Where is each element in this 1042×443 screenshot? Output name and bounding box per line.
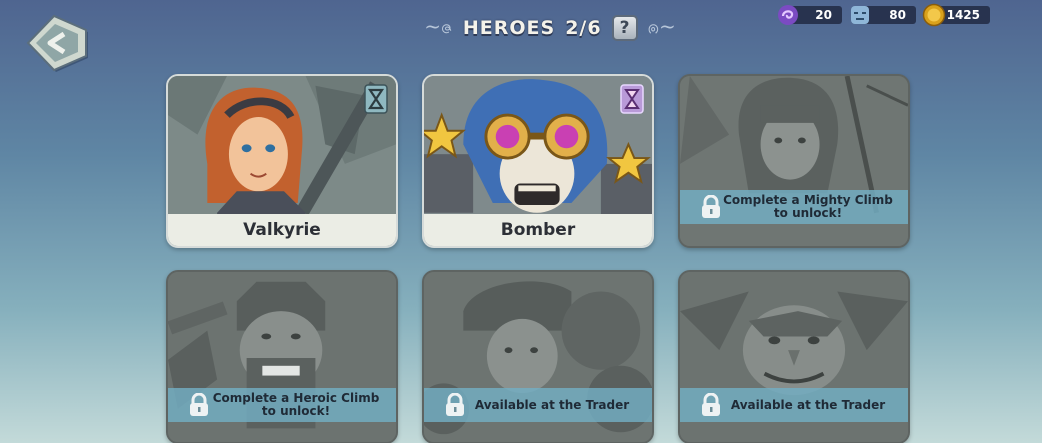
- title-bar: ~ဇ HEROES 2/6 ? ၐ~: [408, 12, 692, 44]
- right-swirl-ornament: ၐ~: [647, 14, 676, 38]
- page-title: HEROES: [462, 17, 556, 39]
- hero-card-bomber[interactable]: Bomber: [422, 74, 654, 248]
- padlock-icon: [190, 393, 208, 416]
- unlock-requirement-text: Available at the Trader: [730, 397, 886, 412]
- currency-purple: 20: [778, 5, 842, 25]
- blue-currency-value: 80: [889, 8, 906, 22]
- help-icon: ?: [619, 18, 630, 38]
- hourglass-badge-icon: [364, 84, 388, 114]
- purple-swirl-icon: [778, 5, 798, 25]
- back-button[interactable]: [26, 14, 92, 76]
- purple-currency-value: 20: [815, 8, 832, 22]
- hero-card-valkyrie[interactable]: Valkyrie: [166, 74, 398, 248]
- lock-banner: Complete a Heroic Climb to unlock!: [168, 388, 396, 422]
- lock-banner: Available at the Trader: [424, 388, 652, 422]
- padlock-icon: [702, 195, 720, 218]
- gold-coin-icon: [922, 3, 946, 27]
- currency-blue: 80: [851, 6, 916, 24]
- hero-card-locked-goblin[interactable]: Available at the Trader: [678, 270, 910, 443]
- purple-hourglass-badge-icon: [620, 84, 644, 114]
- lock-banner: Available at the Trader: [680, 388, 908, 422]
- hero-card-locked-archer[interactable]: Complete a Mighty Climb to unlock!: [678, 74, 910, 248]
- hero-count: 2/6: [565, 17, 602, 39]
- padlock-icon: [702, 393, 720, 416]
- padlock-icon: [446, 393, 464, 416]
- help-button[interactable]: ?: [611, 15, 638, 41]
- hero-name-bomber: Bomber: [424, 214, 652, 246]
- back-arrow-icon: [26, 14, 88, 72]
- hero-card-locked-king[interactable]: Complete a Heroic Climb to unlock!: [166, 270, 398, 443]
- gold-currency-value: 1425: [946, 8, 980, 22]
- hero-card-locked-miner[interactable]: Available at the Trader: [422, 270, 654, 443]
- lock-banner: Complete a Mighty Climb to unlock!: [680, 190, 908, 224]
- unlock-requirement-text: Complete a Mighty Climb to unlock!: [723, 193, 893, 220]
- hero-name-valkyrie: Valkyrie: [168, 214, 396, 246]
- unlock-requirement-text: Available at the Trader: [474, 397, 630, 412]
- unlock-requirement-text: Complete a Heroic Climb to unlock!: [212, 391, 380, 418]
- currency-gold: 1425: [922, 3, 990, 27]
- blue-face-icon: [851, 6, 869, 24]
- left-swirl-ornament: ~ဇ: [424, 14, 453, 38]
